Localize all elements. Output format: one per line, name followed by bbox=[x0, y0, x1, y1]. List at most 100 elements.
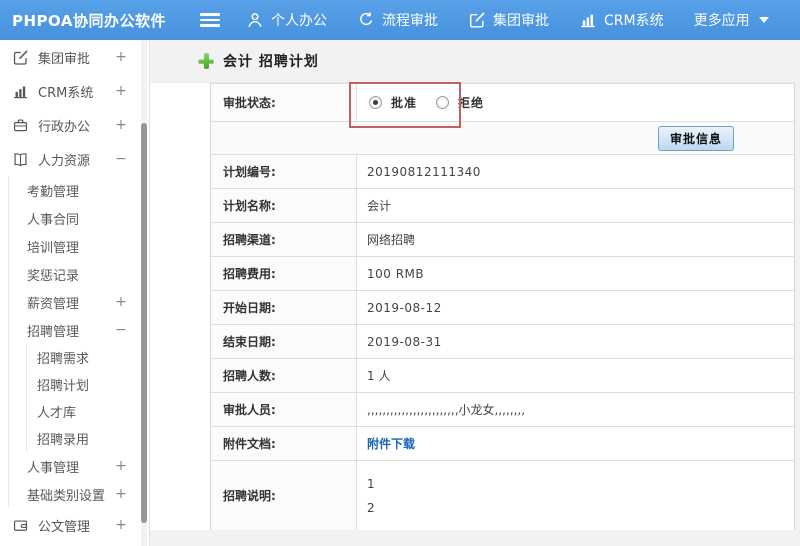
sidebar-item-label: 人事合同 bbox=[27, 212, 80, 228]
sidebar-item-label: 招聘计划 bbox=[37, 379, 90, 394]
expander-minus-icon[interactable]: − bbox=[115, 151, 127, 167]
field-value: 网络招聘 bbox=[367, 233, 416, 247]
edit-icon bbox=[468, 11, 486, 29]
field-value: 会计 bbox=[367, 199, 392, 213]
description-line: 1 bbox=[367, 476, 375, 491]
sidebar-item-label: 集团审批 bbox=[38, 51, 91, 67]
radio-reject-label[interactable]: 拒绝 bbox=[458, 94, 484, 111]
page-title: 会计 招聘计划 bbox=[223, 54, 319, 70]
field-label: 附件文档: bbox=[211, 427, 357, 460]
sidebar-item-human-resources[interactable]: 人力资源 − bbox=[0, 142, 149, 176]
hamburger-menu-icon[interactable] bbox=[200, 13, 220, 27]
wallet-icon bbox=[12, 517, 29, 534]
user-icon bbox=[246, 11, 264, 29]
expander-minus-icon[interactable]: − bbox=[115, 322, 127, 338]
sidebar-subgroup-hr: 考勤管理 人事合同 培训管理 奖惩记录 薪资管理 + 招聘管理 − 招聘需求 招… bbox=[8, 176, 149, 508]
expander-plus-icon[interactable]: + bbox=[115, 486, 127, 502]
field-value: 100 RMB bbox=[367, 266, 425, 281]
approve-info-button[interactable]: 审批信息 bbox=[657, 125, 734, 151]
sidebar-item-recruit-mgmt[interactable]: 招聘管理 − bbox=[9, 316, 149, 344]
field-label: 计划名称: bbox=[211, 189, 357, 222]
sidebar: 集团审批 + CRM系统 + 行政办公 + 人力资源 − 考勤管理 人事合同 培… bbox=[0, 40, 150, 546]
sidebar-item-base-category[interactable]: 基础类别设置 + bbox=[9, 480, 149, 508]
sidebar-item-label: 奖惩记录 bbox=[27, 268, 80, 284]
radio-approve-label[interactable]: 批准 bbox=[391, 94, 417, 111]
sidebar-item-label: 招聘管理 bbox=[27, 324, 80, 340]
form-row-recruit-cost: 招聘费用: 100 RMB bbox=[211, 257, 794, 291]
expander-plus-icon[interactable]: + bbox=[115, 294, 127, 310]
form-row-plan-number: 计划编号: 20190812111340 bbox=[211, 155, 794, 189]
nav-label: 集团审批 bbox=[493, 13, 549, 29]
sidebar-item-attendance[interactable]: 考勤管理 bbox=[9, 176, 149, 204]
form-row-plan-name: 计划名称: 会计 bbox=[211, 189, 794, 223]
expander-plus-icon[interactable]: + bbox=[115, 458, 127, 474]
expander-plus-icon[interactable]: + bbox=[115, 83, 127, 99]
field-label: 招聘人数: bbox=[211, 359, 357, 392]
sidebar-item-training[interactable]: 培训管理 bbox=[9, 232, 149, 260]
nav-label: 流程审批 bbox=[382, 13, 438, 29]
sidebar-item-crm-system[interactable]: CRM系统 + bbox=[0, 74, 149, 108]
briefcase-icon bbox=[12, 117, 29, 134]
sidebar-item-recruit-hire[interactable]: 招聘录用 bbox=[27, 425, 149, 452]
nav-group-approval[interactable]: 集团审批 bbox=[468, 10, 549, 30]
field-value: 1 人 bbox=[367, 369, 391, 383]
sidebar-item-talent-pool[interactable]: 人才库 bbox=[27, 398, 149, 425]
field-value: 2019-08-31 bbox=[367, 334, 442, 349]
bar-chart-icon bbox=[12, 83, 29, 100]
field-label: 审批人员: bbox=[211, 393, 357, 426]
sidebar-scrollbar-thumb[interactable] bbox=[141, 123, 147, 523]
expander-plus-icon[interactable]: + bbox=[115, 117, 127, 133]
field-label: 结束日期: bbox=[211, 325, 357, 358]
form-row-headcount: 招聘人数: 1 人 bbox=[211, 359, 794, 393]
sidebar-item-label: 人力资源 bbox=[38, 153, 91, 169]
sidebar-item-label: 培训管理 bbox=[27, 240, 80, 256]
sidebar-item-label: 人才库 bbox=[37, 406, 77, 421]
bar-chart-icon bbox=[579, 11, 597, 29]
field-label: 招聘费用: bbox=[211, 257, 357, 290]
nav-more-apps[interactable]: 更多应用 bbox=[694, 10, 769, 30]
field-value: 20190812111340 bbox=[367, 164, 481, 179]
field-value: ,,,,,,,,,,,,,,,,,,,,,,,,小龙女,,,,,,,, bbox=[367, 403, 526, 417]
sidebar-item-label: 招聘需求 bbox=[37, 352, 90, 367]
sidebar-item-rewards[interactable]: 奖惩记录 bbox=[9, 260, 149, 288]
top-navbar: PHPOA协同办公软件 个人办公 流程审批 集团审批 CRM系统 更多应用 bbox=[0, 0, 800, 40]
nav-personal-office[interactable]: 个人办公 bbox=[246, 10, 327, 30]
sidebar-item-personnel-mgmt[interactable]: 人事管理 + bbox=[9, 452, 149, 480]
sidebar-item-label: 招聘录用 bbox=[37, 433, 90, 448]
sidebar-subgroup-recruit: 招聘需求 招聘计划 人才库 招聘录用 bbox=[26, 344, 149, 452]
sidebar-item-admin-office[interactable]: 行政办公 + bbox=[0, 108, 149, 142]
caret-down-icon bbox=[758, 17, 769, 23]
field-label: 开始日期: bbox=[211, 291, 357, 324]
form-row-start-date: 开始日期: 2019-08-12 bbox=[211, 291, 794, 325]
sidebar-item-recruit-plan[interactable]: 招聘计划 bbox=[27, 371, 149, 398]
nav-workflow-approval[interactable]: 流程审批 bbox=[357, 10, 438, 30]
sidebar-item-document-mgmt[interactable]: 公文管理 + bbox=[0, 508, 149, 542]
attachment-download-link[interactable]: 附件下载 bbox=[367, 435, 415, 452]
form-row-recruit-channel: 招聘渠道: 网络招聘 bbox=[211, 223, 794, 257]
field-label: 计划编号: bbox=[211, 155, 357, 188]
sidebar-item-group-approval[interactable]: 集团审批 + bbox=[0, 40, 149, 74]
sidebar-item-hr-contract[interactable]: 人事合同 bbox=[9, 204, 149, 232]
sidebar-item-label: 公文管理 bbox=[38, 519, 91, 535]
nav-label: CRM系统 bbox=[604, 13, 664, 29]
form-row-status: 审批状态: 批准 拒绝 bbox=[211, 84, 794, 122]
nav-crm-system[interactable]: CRM系统 bbox=[579, 10, 664, 30]
sidebar-item-salary[interactable]: 薪资管理 + bbox=[9, 288, 149, 316]
expander-plus-icon[interactable]: + bbox=[115, 49, 127, 65]
form-row-approvers: 审批人员: ,,,,,,,,,,,,,,,,,,,,,,,,小龙女,,,,,,,… bbox=[211, 393, 794, 427]
page-scrollbar-track bbox=[795, 40, 800, 546]
expander-plus-icon[interactable]: + bbox=[115, 517, 127, 533]
field-value: 1 2 bbox=[357, 461, 794, 530]
radio-reject[interactable] bbox=[436, 96, 450, 109]
top-nav: 个人办公 流程审批 集团审批 CRM系统 更多应用 bbox=[246, 10, 799, 30]
sidebar-item-vehicle-mgmt[interactable]: 用车管理 + bbox=[0, 542, 149, 546]
main-content: 会计 招聘计划 审批状态: 批准 拒绝 审批信息 计划编号: 201908121… bbox=[150, 40, 800, 546]
radio-approve[interactable] bbox=[369, 96, 382, 109]
field-label: 招聘说明: bbox=[211, 461, 357, 530]
field-label: 招聘渠道: bbox=[211, 223, 357, 256]
sidebar-item-label: 考勤管理 bbox=[27, 184, 80, 200]
sidebar-item-recruit-demand[interactable]: 招聘需求 bbox=[27, 344, 149, 371]
form-row-attachment: 附件文档: 附件下载 bbox=[211, 427, 794, 461]
content-header: 会计 招聘计划 bbox=[150, 40, 800, 83]
form-row-end-date: 结束日期: 2019-08-31 bbox=[211, 325, 794, 359]
